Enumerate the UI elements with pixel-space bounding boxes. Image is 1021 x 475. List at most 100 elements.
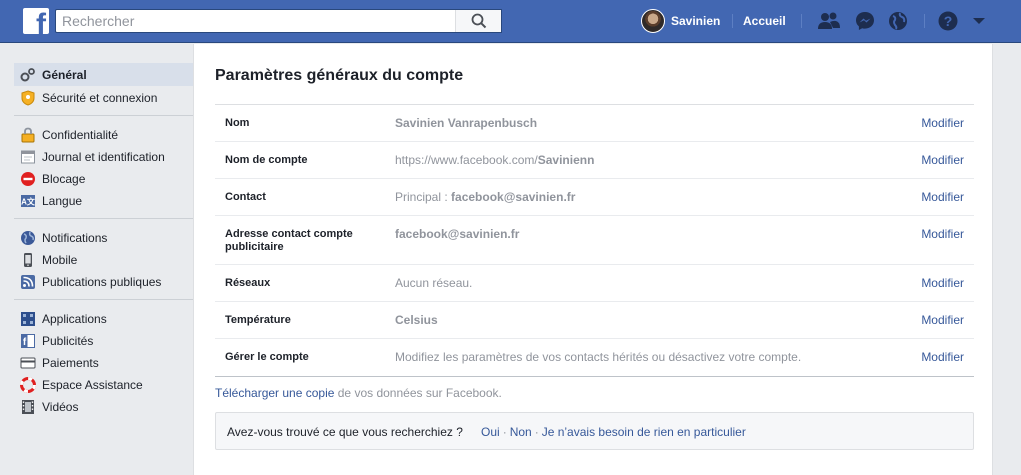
sidebar-item-label: Vidéos: [42, 400, 79, 414]
sidebar-item-support[interactable]: Espace Assistance: [14, 374, 193, 396]
card-icon: [20, 355, 36, 371]
edit-link[interactable]: Modifier: [921, 153, 964, 167]
settings-row-manage-account[interactable]: Gérer le compte Modifiez les paramètres …: [215, 339, 974, 376]
search-button[interactable]: [455, 10, 501, 32]
sidebar-item-notifications[interactable]: Notifications: [14, 227, 193, 249]
edit-link[interactable]: Modifier: [921, 350, 964, 364]
feedback-nothing-link[interactable]: Je n’avais besoin de rien en particulier: [542, 425, 746, 439]
feedback-yes-link[interactable]: Oui: [481, 425, 500, 439]
settings-row-contact[interactable]: Contact Principal : facebook@savinien.fr…: [215, 179, 974, 216]
divider: [732, 14, 733, 28]
gears-icon: [20, 67, 36, 83]
film-icon: [20, 399, 36, 415]
chevron-down-icon: [973, 18, 985, 24]
ads-icon: f: [20, 333, 36, 349]
sidebar-item-security[interactable]: Sécurité et connexion: [14, 86, 193, 109]
home-link[interactable]: Accueil: [743, 14, 786, 28]
help-button[interactable]: ?: [936, 10, 960, 32]
sidebar-item-timeline[interactable]: Journal et identification: [14, 146, 193, 168]
sidebar-item-mobile[interactable]: Mobile: [14, 249, 193, 271]
settings-sidebar: Général Sécurité et connexion Confidenti…: [0, 44, 193, 475]
sidebar-item-label: Notifications: [42, 231, 108, 245]
avatar: [641, 9, 665, 33]
sidebar-item-label: Paiements: [42, 356, 99, 370]
friends-icon: [818, 12, 840, 29]
account-menu-button[interactable]: [967, 10, 991, 32]
download-copy-link[interactable]: Télécharger une copie: [215, 386, 334, 400]
divider: [924, 14, 925, 28]
row-value-prefix: https://www.facebook.com/: [395, 153, 538, 167]
settings-row-temperature[interactable]: Température Celsius Modifier: [215, 302, 974, 339]
facebook-logo-letter: f: [36, 8, 46, 35]
sidebar-item-blocking[interactable]: Blocage: [14, 168, 193, 190]
sidebar-item-label: Publicités: [42, 334, 94, 348]
row-value: Modifiez les paramètres de vos contacts …: [395, 350, 801, 364]
svg-text:A文: A文: [21, 197, 36, 207]
row-value-prefix: Modifiez les paramètres de vos contacts …: [395, 350, 802, 364]
row-value-bold: Savinienn: [537, 153, 595, 167]
settings-main-panel: Paramètres généraux du compte Nom Savini…: [193, 44, 993, 475]
sidebar-item-general[interactable]: Général: [14, 63, 193, 86]
settings-row-ad-contact[interactable]: Adresse contact compte publicitaire face…: [215, 216, 974, 265]
search-icon: [471, 13, 486, 29]
sidebar-item-videos[interactable]: Vidéos: [14, 396, 193, 418]
facebook-logo[interactable]: f: [23, 8, 49, 34]
profile-link[interactable]: Savinien: [641, 9, 721, 33]
edit-link[interactable]: Modifier: [921, 116, 964, 130]
sidebar-item-label: Général: [42, 67, 87, 82]
search-box: [55, 9, 502, 33]
mobile-icon: [20, 252, 36, 268]
lock-icon: [20, 127, 36, 143]
shield-icon: [20, 89, 36, 106]
row-label: Nom: [225, 117, 250, 129]
edit-link[interactable]: Modifier: [921, 276, 964, 290]
sidebar-item-payments[interactable]: Paiements: [14, 352, 193, 374]
rss-icon: [20, 274, 36, 290]
sidebar-item-ads[interactable]: f Publicités: [14, 330, 193, 352]
notifications-button[interactable]: [886, 10, 910, 32]
settings-row-username[interactable]: Nom de compte https://www.facebook.com/S…: [215, 142, 974, 179]
sidebar-group-apps: Applications f Publicités Paiements Espa…: [14, 308, 193, 424]
sidebar-group-notifications: Notifications Mobile Publications publiq…: [14, 227, 193, 300]
feedback-question: Avez-vous trouvé ce que vous recherchiez…: [227, 425, 463, 439]
row-value: Aucun réseau.: [395, 276, 472, 290]
sidebar-group-account: Général Sécurité et connexion: [14, 44, 193, 116]
row-value: facebook@savinien.fr: [395, 227, 519, 241]
sidebar-item-privacy[interactable]: Confidentialité: [14, 124, 193, 146]
sidebar-item-language[interactable]: A文 Langue: [14, 190, 193, 212]
globe-icon: [20, 230, 36, 246]
row-label: Nom de compte: [225, 154, 308, 166]
row-value-bold: Savinien Vanrapenbusch: [395, 116, 538, 130]
divider: [801, 14, 802, 28]
feedback-no-link[interactable]: Non: [510, 425, 532, 439]
messages-button[interactable]: [853, 10, 877, 32]
edit-link[interactable]: Modifier: [921, 190, 964, 204]
search-input[interactable]: [56, 10, 456, 32]
edit-link[interactable]: Modifier: [921, 227, 964, 241]
sidebar-item-apps[interactable]: Applications: [14, 308, 193, 330]
row-value: Savinien Vanrapenbusch: [395, 116, 537, 130]
row-value-bold: facebook@savinien.fr: [395, 227, 520, 241]
row-label: Température: [225, 314, 291, 326]
row-label: Adresse contact compte publicitaire: [225, 228, 353, 253]
top-bar: f Savinien Accueil ?: [0, 0, 1021, 43]
sidebar-item-label: Applications: [42, 312, 107, 326]
feedback-links: Oui · Non · Je n’avais besoin de rien en par…: [481, 425, 746, 439]
friend-requests-button[interactable]: [817, 10, 841, 32]
settings-row-networks[interactable]: Réseaux Aucun réseau. Modifier: [215, 265, 974, 302]
globe-icon: [889, 12, 907, 30]
page-title: Paramètres généraux du compte: [215, 67, 464, 84]
block-icon: [20, 171, 36, 187]
row-value: https://www.facebook.com/Savinienn: [395, 153, 594, 167]
sidebar-item-label: Publications publiques: [42, 275, 162, 289]
row-label: Gérer le compte: [225, 351, 309, 363]
messenger-icon: [856, 12, 874, 30]
sidebar-item-public-posts[interactable]: Publications publiques: [14, 271, 193, 293]
help-icon: ?: [938, 11, 958, 31]
row-value-bold: facebook@savinien.fr: [451, 190, 576, 204]
user-name: Savinien: [671, 14, 721, 28]
sidebar-group-privacy: Confidentialité Journal et identificatio…: [14, 124, 193, 219]
edit-link[interactable]: Modifier: [921, 313, 964, 327]
settings-row-name[interactable]: Nom Savinien Vanrapenbusch Modifier: [215, 105, 974, 142]
sidebar-item-label: Confidentialité: [42, 128, 119, 142]
